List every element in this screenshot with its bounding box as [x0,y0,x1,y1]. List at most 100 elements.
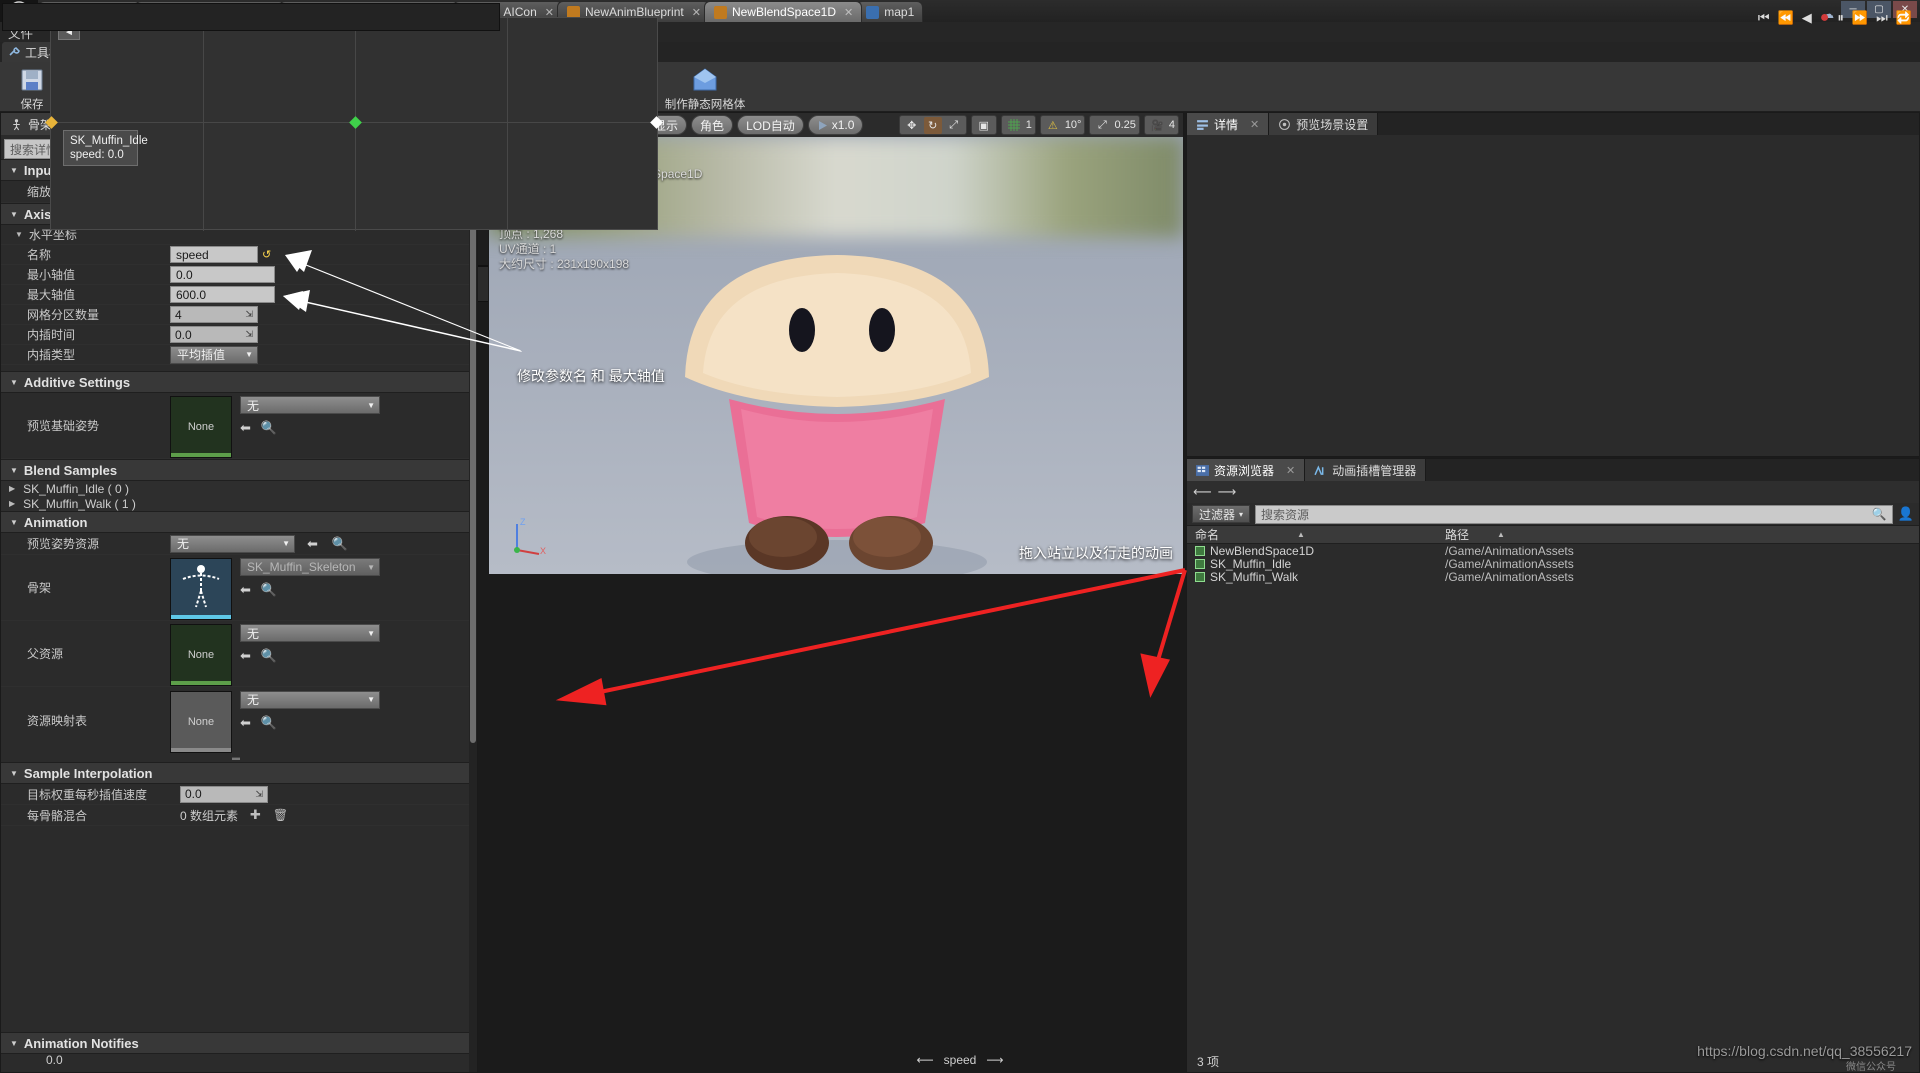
move-icon[interactable]: ✥ [903,117,921,134]
chevron-right-icon[interactable]: ▶ [9,484,15,493]
world-space-icon[interactable]: ▣ [975,117,993,134]
viewport-playback-speed-button[interactable]: x1.0 [807,115,864,135]
property-row-interp-time[interactable]: 内插时间 0.0 ⇲ [1,325,471,345]
scale-snap-value[interactable]: 0.25 [1114,119,1135,131]
use-selected-asset-icon[interactable]: ⬅ [307,536,318,552]
browse-to-asset-icon[interactable]: 🔍 [332,536,348,552]
loop-icon[interactable]: 🔁 [1896,10,1912,26]
asset-row[interactable]: SK_Muffin_Idle /Game/AnimationAssets [1187,557,1919,571]
target-weight-speed-input[interactable]: 0.0 ⇲ [180,785,268,803]
grid-snap-value[interactable]: 1 [1026,119,1032,131]
transport-controls[interactable]: ⏮ ⏪ ◀ ● ⏸ ⏩ ⏭ 🔁 [1758,0,1912,36]
viewport-grid-snap[interactable]: 1 [1000,115,1036,135]
panel-splitter[interactable]: ▬ [1,753,471,762]
viewport-character-button[interactable]: 角色 [691,115,734,135]
play-forward-icon[interactable]: ⏭ [1876,10,1888,26]
nav-back-icon[interactable]: ⟵ [1193,484,1212,500]
rotate-icon[interactable]: ↻ [923,116,942,134]
property-row-parent-asset[interactable]: 父资源 None 无 ▼ ⬅ 🔍 [1,621,471,687]
property-row-skeleton[interactable]: 骨架 SK_Muffin_Skeleton ▼ ⬅ 🔍 [1,555,471,621]
use-selected-asset-icon[interactable]: ⬅ [240,715,251,731]
blend-sample-item[interactable]: ▶ SK_Muffin_Walk ( 1 ) [1,496,471,511]
record-icon[interactable]: ● [1820,9,1830,27]
details-property-list[interactable]: ▼ Input Interpolation 缩放动画 ▼ Axis Settin… [1,159,471,1072]
browse-to-asset-icon[interactable]: 🔍 [261,648,277,664]
asset-row[interactable]: NewBlendSpace1D /Game/AnimationAssets [1187,544,1919,558]
axis-min-input[interactable]: 0.0 [170,266,275,283]
viewport-camera-speed[interactable]: 🎥 4 [1143,115,1179,135]
sort-ascending-icon[interactable]: ▲ [1297,530,1305,539]
browse-to-asset-icon[interactable]: 🔍 [261,582,277,598]
skeleton-combo[interactable]: SK_Muffin_Skeleton ▼ [240,558,380,576]
blendspace-graph-panel[interactable]: ◄ SK_Muffin_Idle speed: 0.0 0.0 600.0 ⟵ … [0,0,1900,1067]
tab-asset-browser[interactable]: 资源浏览器 ✕ [1187,459,1306,481]
grid-divisions-input[interactable]: 4 ⇲ [170,306,258,323]
viewport-angle-snap[interactable]: ⚠ 10° [1039,115,1086,135]
details-scrollbar[interactable] [469,159,477,1072]
property-row-grid-divisions[interactable]: 网格分区数量 4 ⇲ [1,305,471,325]
scale-snap-icon[interactable]: ⤢ [1093,117,1111,134]
property-row-preview-pose-asset[interactable]: 预览姿势资源 无 ▼ ⬅ 🔍 [1,533,471,555]
axis-name-input[interactable]: speed [170,246,258,263]
asset-row[interactable]: SK_Muffin_Walk /Game/AnimationAssets [1187,570,1919,584]
scrollbar-thumb[interactable] [470,163,476,743]
transport-timeline-area[interactable] [2,3,500,31]
column-header-name[interactable]: 命名 ▲ [1187,526,1437,543]
preview-base-pose-combo[interactable]: 无 ▼ [240,396,380,414]
browse-to-asset-icon[interactable]: 🔍 [261,715,277,731]
asset-browser-tab-strip[interactable]: 资源浏览器 ✕ 动画插槽管理器 [1187,459,1919,481]
property-row-axis-max[interactable]: 最大轴值 600.0 [1,285,471,305]
parent-asset-combo[interactable]: 无 ▼ [240,624,380,642]
scale-icon[interactable]: ⤢ [945,117,963,134]
angle-snap-icon[interactable]: ⚠ [1044,117,1062,134]
section-additive-settings[interactable]: ▼ Additive Settings [1,371,471,393]
search-icon[interactable]: 🔍 [1872,507,1887,521]
axis-max-input[interactable]: 600.0 [170,286,275,303]
viewport-transform-tools[interactable]: ✥ ↻ ⤢ [898,115,967,135]
use-selected-asset-icon[interactable]: ⬅ [240,648,251,664]
user-icon[interactable]: 👤 [1898,506,1914,522]
angle-snap-value[interactable]: 10° [1065,119,1082,131]
use-selected-asset-icon[interactable]: ⬅ [240,582,251,598]
preview-pose-asset-combo[interactable]: 无 ▼ [170,534,295,553]
tab-details[interactable]: 详情 ✕ [1187,113,1270,135]
section-animation-notifies[interactable]: ▼ Animation Notifies [1,1032,471,1054]
reset-to-default-icon[interactable]: ↺ [262,248,271,261]
property-row-interp-type[interactable]: 内插类型 平均插值 ▼ [1,345,471,365]
parent-asset-thumbnail[interactable]: None [170,624,232,686]
chevron-right-icon[interactable]: ▶ [9,499,15,508]
section-animation[interactable]: ▼ Animation [1,511,471,533]
preview-base-pose-thumbnail[interactable]: None [170,396,232,458]
browse-to-asset-icon[interactable]: 🔍 [261,420,277,436]
step-back-icon[interactable]: ⏪ [1778,10,1794,26]
asset-mapping-thumbnail[interactable]: None [170,690,232,753]
step-forward-icon[interactable]: ⏩ [1852,10,1868,26]
property-row-per-bone-blend[interactable]: 每骨骼混合 0 数组元素 ✚ 🗑 [1,805,471,826]
nav-forward-icon[interactable]: ⟶ [1218,484,1237,500]
skeleton-thumbnail[interactable] [170,558,232,620]
section-sample-interpolation[interactable]: ▼ Sample Interpolation [1,762,471,784]
property-row-asset-mapping-table[interactable]: 资源映射表 None 无 ▼ ⬅ 🔍 [1,687,471,753]
tab-close-icon[interactable]: ✕ [1286,464,1295,477]
use-selected-asset-icon[interactable]: ⬅ [240,420,251,436]
interp-type-combo[interactable]: 平均插值 ▼ [170,345,258,364]
viewport-coordinate-system[interactable]: ▣ [970,115,997,135]
camera-speed-icon[interactable]: 🎥 [1148,117,1166,134]
tab-anim-slot-manager[interactable]: 动画插槽管理器 [1305,459,1427,481]
viewport-lod-button[interactable]: LOD自动 [737,115,804,135]
tab-close-icon[interactable]: ✕ [844,6,853,19]
viewport-scale-snap[interactable]: ⤢ 0.25 [1089,115,1140,135]
sort-ascending-icon[interactable]: ▲ [1497,530,1505,539]
tab-close-icon[interactable]: ✕ [1250,118,1259,131]
pause-icon[interactable]: ⏸ [1837,10,1844,26]
tab-close-icon[interactable]: ✕ [692,6,701,19]
play-back-icon[interactable]: ◀ [1802,10,1812,26]
camera-speed-value[interactable]: 4 [1169,119,1175,131]
asset-browser-search-input[interactable]: 搜索资源 🔍 [1255,504,1893,524]
column-header-path[interactable]: 路径 ▲ [1437,526,1919,543]
tab-preview-scene-settings[interactable]: 预览场景设置 [1269,113,1379,135]
asset-mapping-combo[interactable]: 无 ▼ [240,690,380,709]
blendspace-sample-marker[interactable] [349,116,362,129]
add-array-element-icon[interactable]: ✚ [250,807,261,823]
property-row-axis-name[interactable]: 名称 speed ↺ [1,245,471,265]
